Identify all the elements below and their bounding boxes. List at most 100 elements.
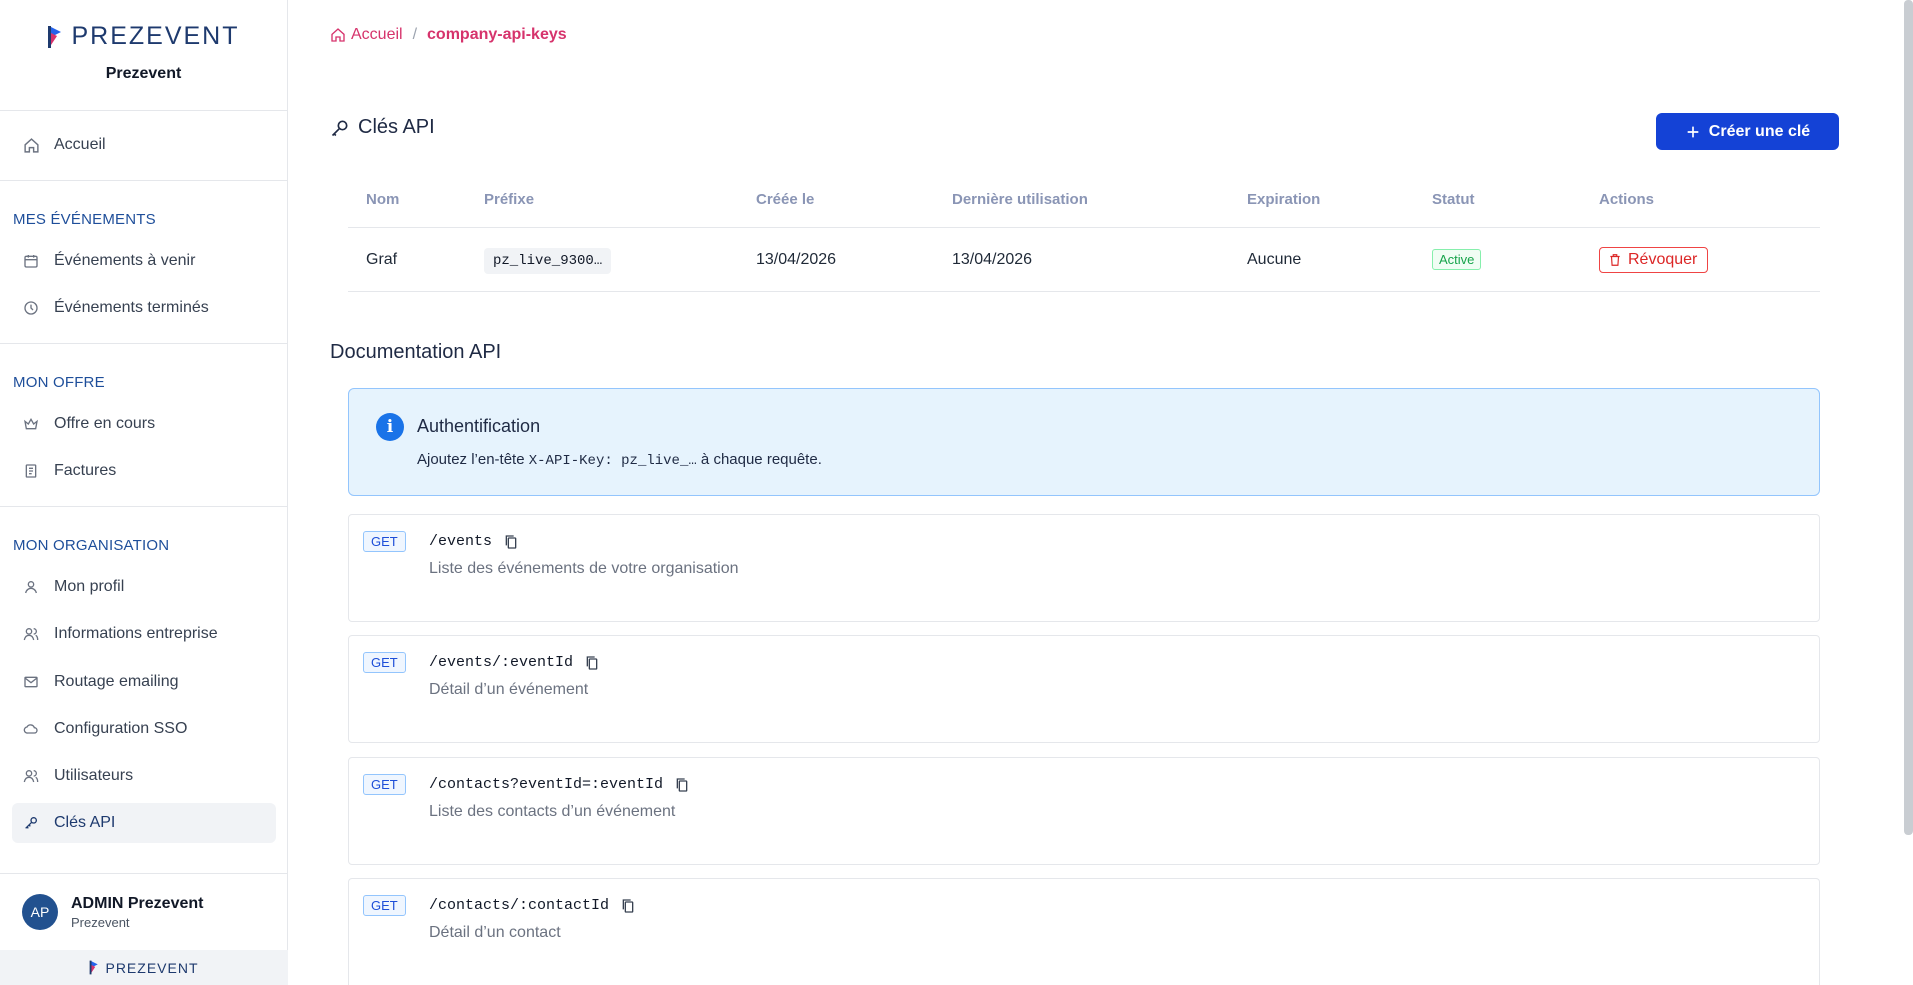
- sidebar-item-past-events[interactable]: Événements terminés: [12, 288, 276, 328]
- sidebar-item-accueil[interactable]: Accueil: [12, 125, 276, 165]
- endpoint-card: GET /events/:eventId Détail d’un événeme…: [348, 635, 1820, 743]
- prezevent-logo-icon: [90, 960, 99, 975]
- history-icon: [22, 299, 40, 317]
- column-header-name: Nom: [366, 191, 400, 208]
- breadcrumb: Accueil / company-api-keys: [330, 26, 567, 44]
- page-title-text: Clés API: [358, 116, 435, 138]
- endpoint-path-row: /contacts?eventId=:eventId: [429, 776, 689, 793]
- breadcrumb-separator: /: [412, 26, 418, 43]
- method-badge: GET: [363, 531, 406, 552]
- section-title-events: MES ÉVÉNEMENTS: [13, 211, 156, 228]
- sidebar-item-upcoming-events[interactable]: Événements à venir: [12, 241, 276, 281]
- table-row: Graf pz_live_9300… 13/04/2026 13/04/2026…: [348, 228, 1820, 292]
- logo-text: PREZEVENT: [71, 22, 240, 50]
- section-title-offer: MON OFFRE: [13, 374, 105, 391]
- sidebar-item-label: Factures: [54, 462, 117, 479]
- sidebar-item-invoices[interactable]: Factures: [12, 451, 276, 491]
- endpoint-path: /contacts?eventId=:eventId: [429, 776, 664, 793]
- footer-brand-text: PREZEVENT: [105, 959, 199, 976]
- column-header-prefix: Préfixe: [484, 191, 535, 208]
- sidebar: PREZEVENT Prezevent Accueil MES ÉVÉNEMEN…: [0, 0, 288, 985]
- sidebar-item-my-profile[interactable]: Mon profil: [12, 567, 276, 607]
- column-header-expiration: Expiration: [1247, 191, 1321, 208]
- sidebar-divider: [0, 506, 288, 507]
- sidebar-item-label: Accueil: [54, 136, 106, 153]
- breadcrumb-home-link[interactable]: Accueil: [330, 26, 403, 44]
- trash-icon: [1610, 253, 1620, 266]
- endpoint-description: Détail d’un contact: [429, 924, 561, 941]
- copy-icon[interactable]: [621, 898, 635, 914]
- copy-icon[interactable]: [675, 777, 689, 793]
- status-badge: Active: [1432, 248, 1482, 270]
- sidebar-item-label: Mon profil: [54, 578, 125, 595]
- sidebar-item-label: Utilisateurs: [54, 767, 134, 784]
- sidebar-item-label: Configuration SSO: [54, 720, 188, 737]
- create-key-button[interactable]: Créer une clé: [1656, 113, 1839, 150]
- cell-created: 13/04/2026: [756, 250, 837, 268]
- home-icon: [22, 136, 40, 154]
- auth-header-code: X-API-Key: pz_live_…: [528, 453, 697, 469]
- mail-icon: [22, 673, 40, 691]
- auth-text-before: Ajoutez l’en-tête: [417, 451, 529, 468]
- sidebar-item-users[interactable]: Utilisateurs: [12, 756, 276, 796]
- sidebar-item-label: Clés API: [54, 814, 116, 831]
- section-title-organization: MON ORGANISATION: [13, 537, 170, 554]
- endpoint-description: Liste des contacts d’un événement: [429, 803, 676, 820]
- sidebar-item-label: Événements terminés: [54, 299, 209, 316]
- method-badge: GET: [363, 774, 406, 795]
- avatar: AP: [22, 894, 58, 930]
- endpoint-path: /events: [429, 533, 493, 550]
- sidebar-item-label: Routage emailing: [54, 673, 179, 690]
- sidebar-divider: [0, 180, 288, 181]
- method-badge: GET: [363, 895, 406, 916]
- breadcrumb-home-label: Accueil: [351, 26, 403, 43]
- cell-name: Graf: [366, 250, 398, 268]
- sidebar-item-label: Offre en cours: [54, 415, 156, 432]
- page-scrollbar[interactable]: [1904, 0, 1913, 835]
- endpoint-card: GET /events Liste des événements de votr…: [348, 514, 1820, 622]
- prezevent-logo[interactable]: PREZEVENT: [47, 22, 239, 51]
- cell-actions: Révoquer: [1581, 246, 1820, 273]
- breadcrumb-current: company-api-keys: [427, 26, 567, 43]
- organization-name: Prezevent: [105, 65, 182, 82]
- revoke-label: Révoquer: [1628, 250, 1698, 268]
- plus-icon: [1687, 126, 1699, 137]
- cloud-icon: [22, 720, 40, 738]
- endpoint-description: Liste des événements de votre organisati…: [429, 560, 739, 577]
- brand-header: PREZEVENT Prezevent: [0, 0, 287, 111]
- column-header-actions: Actions: [1599, 191, 1655, 208]
- footer-brand: PREZEVENT: [0, 950, 288, 985]
- sidebar-item-current-offer[interactable]: Offre en cours: [12, 404, 276, 444]
- sidebar-item-label: Événements à venir: [54, 252, 196, 269]
- sidebar-item-sso-config[interactable]: Configuration SSO: [12, 709, 276, 749]
- key-prefix: pz_live_9300…: [484, 247, 612, 274]
- key-icon: [331, 120, 348, 136]
- invoice-icon: [22, 462, 40, 480]
- page-title: Clés API: [330, 116, 435, 139]
- sidebar-item-company-info[interactable]: Informations entreprise: [12, 614, 276, 654]
- authentication-info-box: i Authentification Ajoutez l’en-tête X-A…: [348, 388, 1820, 496]
- table-header: Nom Préfixe Créée le Dernière utilisatio…: [348, 172, 1820, 228]
- api-keys-table: Nom Préfixe Créée le Dernière utilisatio…: [348, 172, 1820, 292]
- endpoint-path: /contacts/:contactId: [429, 897, 610, 914]
- column-header-created: Créée le: [756, 191, 815, 208]
- endpoint-card: GET /contacts/:contactId Détail d’un con…: [348, 878, 1820, 985]
- auth-text-after: à chaque requête.: [696, 451, 822, 468]
- sidebar-item-email-routing[interactable]: Routage emailing: [12, 662, 276, 702]
- endpoint-description: Détail d’un événement: [429, 681, 589, 698]
- endpoint-path-row: /contacts/:contactId: [429, 897, 635, 914]
- sidebar-item-label: Informations entreprise: [54, 625, 218, 642]
- info-icon: i: [376, 413, 404, 441]
- copy-icon[interactable]: [504, 534, 518, 550]
- user-profile[interactable]: AP ADMIN Prezevent Prezevent: [0, 874, 288, 950]
- sidebar-item-api-keys[interactable]: Clés API: [12, 803, 276, 843]
- user-icon: [22, 578, 40, 596]
- copy-icon[interactable]: [585, 655, 599, 671]
- user-name: ADMIN Prezevent: [71, 894, 204, 912]
- cell-prefix: pz_live_9300…: [466, 247, 738, 274]
- sidebar-divider: [0, 343, 288, 344]
- cell-expiration: Aucune: [1247, 250, 1302, 268]
- revoke-button[interactable]: Révoquer: [1599, 246, 1709, 273]
- user-organization: Prezevent: [71, 914, 130, 930]
- auth-title: Authentification: [417, 416, 541, 436]
